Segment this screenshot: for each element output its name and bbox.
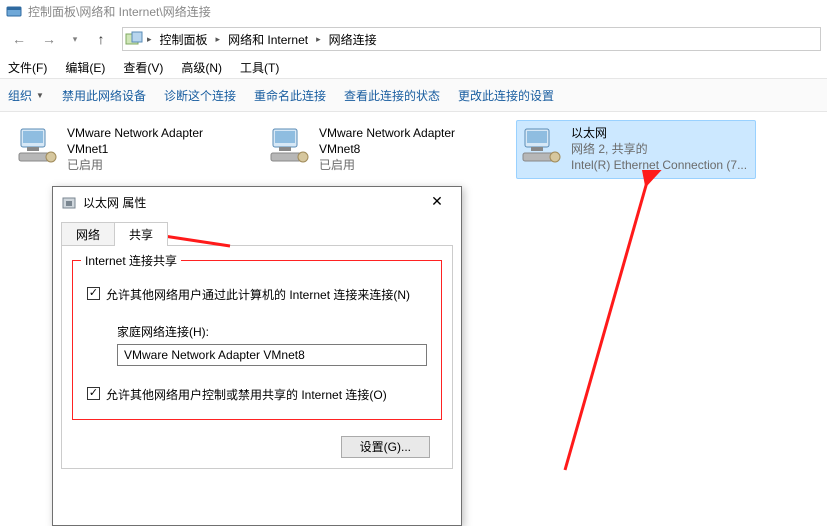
nav-up-button[interactable]: ↑ xyxy=(88,26,114,52)
checkbox-allow-control-label: 允许其他网络用户控制或禁用共享的 Internet 连接(O) xyxy=(106,386,387,403)
network-adapter-icon xyxy=(17,125,59,165)
chevron-down-icon: ▼ xyxy=(36,91,44,100)
ethernet-icon xyxy=(61,194,77,210)
breadcrumb-network-internet[interactable]: 网络和 Internet xyxy=(224,29,312,50)
adapter-subtitle: 网络 2, 共享的 xyxy=(571,141,747,157)
checkbox-allow-connect-label: 允许其他网络用户通过此计算机的 Internet 连接来连接(N) xyxy=(106,286,410,303)
dialog-close-button[interactable]: ✕ xyxy=(417,189,457,213)
dialog-title-text: 以太网 属性 xyxy=(83,194,146,211)
annotation-highlight-box: Internet 连接共享 ✓ 允许其他网络用户通过此计算机的 Internet… xyxy=(72,260,442,420)
nav-history-dropdown[interactable]: ▾ xyxy=(66,26,84,52)
adapter-device: Intel(R) Ethernet Connection (7... xyxy=(571,157,747,173)
dialog-titlebar[interactable]: 以太网 属性 ✕ xyxy=(53,187,461,217)
menu-edit[interactable]: 编辑(E) xyxy=(65,59,105,76)
checkbox-allow-connect[interactable]: ✓ xyxy=(87,287,100,300)
breadcrumb-network-connections[interactable]: 网络连接 xyxy=(325,29,381,50)
network-adapter-icon xyxy=(269,125,311,165)
home-network-select[interactable]: VMware Network Adapter VMnet8 xyxy=(117,344,427,366)
network-adapter-icon xyxy=(521,125,563,165)
menu-file[interactable]: 文件(F) xyxy=(8,59,47,76)
settings-button[interactable]: 设置(G)... xyxy=(341,436,430,458)
checkbox-allow-control[interactable]: ✓ xyxy=(87,387,100,400)
properties-dialog: 以太网 属性 ✕ 网络 共享 Internet 连接共享 ✓ 允许其他网络用户通… xyxy=(52,186,462,526)
nav-forward-button[interactable]: → xyxy=(36,26,62,52)
window-title-text: 控制面板\网络和 Internet\网络连接 xyxy=(28,3,211,20)
adapter-name: VMware Network Adapter VMnet1 xyxy=(67,125,247,157)
menu-bar: 文件(F) 编辑(E) 查看(V) 高级(N) 工具(T) xyxy=(0,56,827,78)
breadcrumb-controlpanel[interactable]: 控制面板 xyxy=(156,29,212,50)
home-network-value: VMware Network Adapter VMnet8 xyxy=(124,348,305,362)
toolbar-change-settings[interactable]: 更改此连接的设置 xyxy=(458,87,554,104)
adapter-item-vmnet8[interactable]: VMware Network Adapter VMnet8 已启用 xyxy=(264,120,504,179)
toolbar-disable-device[interactable]: 禁用此网络设备 xyxy=(62,87,146,104)
chevron-right-icon: ▸ xyxy=(314,34,323,45)
section-title: Internet 连接共享 xyxy=(81,252,181,269)
nav-back-button[interactable]: ← xyxy=(6,26,32,52)
adapter-name: 以太网 xyxy=(571,125,747,141)
adapter-status: 已启用 xyxy=(67,157,247,173)
controlpanel-icon xyxy=(125,31,143,47)
adapter-list: VMware Network Adapter VMnet1 已启用 VMware… xyxy=(0,112,827,187)
chevron-right-icon: ▸ xyxy=(145,34,154,45)
adapter-status: 已启用 xyxy=(319,157,499,173)
toolbar-organize-label: 组织 xyxy=(8,87,32,104)
toolbar-diagnose[interactable]: 诊断这个连接 xyxy=(164,87,236,104)
window-titlebar: 控制面板\网络和 Internet\网络连接 xyxy=(0,0,827,22)
adapter-item-vmnet1[interactable]: VMware Network Adapter VMnet1 已启用 xyxy=(12,120,252,179)
navigation-row: ← → ▾ ↑ ▸ 控制面板 ▸ 网络和 Internet ▸ 网络连接 xyxy=(0,22,827,56)
menu-view[interactable]: 查看(V) xyxy=(123,59,163,76)
menu-tools[interactable]: 工具(T) xyxy=(240,59,279,76)
network-window-icon xyxy=(6,3,22,19)
tab-sharing[interactable]: 共享 xyxy=(114,222,168,246)
menu-advanced[interactable]: 高级(N) xyxy=(181,59,222,76)
address-bar[interactable]: ▸ 控制面板 ▸ 网络和 Internet ▸ 网络连接 xyxy=(122,27,821,51)
dialog-tabs: 网络 共享 xyxy=(53,221,461,245)
tab-panel-sharing: Internet 连接共享 ✓ 允许其他网络用户通过此计算机的 Internet… xyxy=(61,245,453,469)
command-bar: 组织 ▼ 禁用此网络设备 诊断这个连接 重命名此连接 查看此连接的状态 更改此连… xyxy=(0,78,827,112)
home-network-label: 家庭网络连接(H): xyxy=(117,323,427,340)
adapter-item-ethernet[interactable]: 以太网 网络 2, 共享的 Intel(R) Ethernet Connecti… xyxy=(516,120,756,179)
annotation-arrow-to-adapter xyxy=(545,170,675,480)
tab-network[interactable]: 网络 xyxy=(61,222,115,246)
toolbar-view-status[interactable]: 查看此连接的状态 xyxy=(344,87,440,104)
chevron-right-icon: ▸ xyxy=(214,34,223,45)
toolbar-rename[interactable]: 重命名此连接 xyxy=(254,87,326,104)
toolbar-organize[interactable]: 组织 ▼ xyxy=(8,87,44,104)
adapter-name: VMware Network Adapter VMnet8 xyxy=(319,125,499,157)
